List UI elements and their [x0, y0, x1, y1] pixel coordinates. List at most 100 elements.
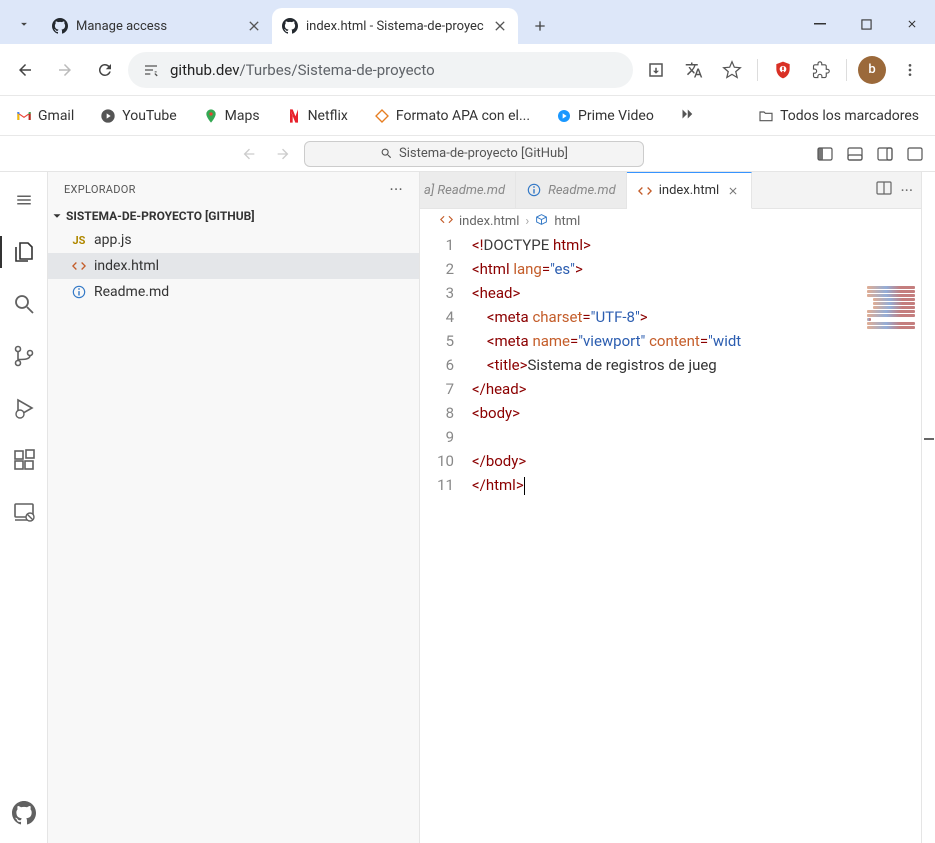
layout-customize-icon[interactable]	[903, 142, 927, 166]
editor-tab[interactable]: index.html	[627, 172, 752, 209]
file-row[interactable]: index.html	[48, 253, 419, 279]
translate-icon[interactable]	[677, 53, 711, 87]
file-name: index.html	[94, 258, 159, 274]
install-app-icon[interactable]	[639, 53, 673, 87]
site-settings-icon[interactable]	[142, 61, 160, 79]
layout-panel-icon[interactable]	[843, 142, 867, 166]
chevron-down-icon	[17, 17, 31, 31]
browser-tab-strip: Manage access index.html - Sistema-de-pr…	[0, 0, 935, 44]
folder-icon	[758, 108, 774, 124]
js-icon: JS	[70, 234, 88, 247]
extensions-icon[interactable]	[804, 53, 838, 87]
run-debug-activity[interactable]	[0, 388, 48, 428]
reload-button[interactable]	[88, 53, 122, 87]
kebab-icon	[902, 62, 918, 78]
youtube-icon	[100, 108, 116, 124]
menu-button[interactable]	[0, 180, 48, 220]
branch-icon	[12, 344, 36, 368]
code-icon	[440, 213, 453, 230]
ublock-icon[interactable]	[766, 53, 800, 87]
bookmark-maps[interactable]: Maps	[197, 104, 266, 128]
remote-activity[interactable]	[0, 492, 48, 532]
bookmarks-overflow[interactable]	[674, 101, 700, 131]
browser-tab[interactable]: index.html - Sistema-de-proyec	[272, 8, 518, 44]
url-text: github.dev/Turbes/Sistema-de-proyecto	[170, 61, 435, 79]
extensions-activity[interactable]	[0, 440, 48, 480]
files-icon	[12, 240, 36, 264]
new-tab-button[interactable]	[524, 10, 556, 42]
info-icon	[70, 285, 88, 299]
vscode-titlebar: Sistema-de-proyecto [GitHub]	[0, 136, 935, 172]
url-box[interactable]: github.dev/Turbes/Sistema-de-proyecto	[128, 52, 633, 88]
vscode-app: Sistema-de-proyecto [GitHub] EXPLORADOR	[0, 136, 935, 843]
profile-button[interactable]: b	[855, 53, 889, 87]
browser-tab[interactable]: Manage access	[42, 8, 272, 44]
sidebar-more-button[interactable]: ···	[390, 180, 403, 199]
bookmarks-bar: Gmail YouTube Maps Netflix Formato APA c…	[0, 96, 935, 136]
split-editor-button[interactable]	[876, 180, 892, 200]
bookmark-star-icon[interactable]	[715, 53, 749, 87]
file-row[interactable]: Readme.md	[48, 279, 419, 305]
file-row[interactable]: JSapp.js	[48, 227, 419, 253]
back-button[interactable]	[8, 53, 42, 87]
editor-tab[interactable]: a] Readme.md	[420, 172, 516, 208]
netflix-icon	[286, 108, 302, 124]
bookmark-gmail[interactable]: Gmail	[10, 104, 80, 128]
explorer-activity[interactable]	[0, 232, 48, 272]
command-center[interactable]: Sistema-de-proyecto [GitHub]	[304, 141, 644, 167]
maximize-button[interactable]	[843, 4, 889, 44]
github-activity[interactable]	[0, 793, 48, 833]
right-edge-scroll[interactable]	[921, 172, 935, 843]
code-editor[interactable]: 1234567891011 <!DOCTYPE html><html lang=…	[420, 233, 921, 843]
tab-search-dropdown[interactable]	[10, 10, 38, 38]
separator	[757, 59, 758, 81]
all-bookmarks[interactable]: Todos los marcadores	[752, 104, 925, 128]
bookmark-formato-apa[interactable]: Formato APA con el...	[368, 104, 536, 128]
search-icon	[12, 292, 36, 316]
address-actions: b	[639, 53, 927, 87]
tab-title: Manage access	[76, 19, 238, 34]
tab-title: index.html - Sistema-de-proyec	[306, 19, 484, 34]
nav-forward[interactable]	[270, 141, 296, 167]
project-section[interactable]: SISTEMA-DE-PROYECTO [GITHUB]	[48, 207, 419, 225]
bookmark-prime-video[interactable]: Prime Video	[550, 104, 660, 128]
remote-icon	[12, 500, 36, 524]
minimap[interactable]	[861, 285, 921, 365]
layout-sidebar-left-icon[interactable]	[813, 142, 837, 166]
bookmark-youtube[interactable]: YouTube	[94, 104, 182, 128]
layout-sidebar-right-icon[interactable]	[873, 142, 897, 166]
chevrons-right-icon	[678, 105, 696, 123]
close-icon[interactable]	[492, 18, 508, 34]
activity-bar	[0, 172, 48, 843]
line-gutter: 1234567891011	[420, 233, 472, 843]
maximize-icon	[861, 19, 872, 30]
editor-tab[interactable]: Readme.md	[516, 172, 627, 208]
source-control-activity[interactable]	[0, 336, 48, 376]
split-icon	[876, 180, 892, 196]
close-window-button[interactable]	[889, 4, 935, 44]
close-icon[interactable]	[246, 18, 262, 34]
sidebar-header: EXPLORADOR ···	[48, 172, 419, 207]
separator	[846, 59, 847, 81]
close-tab-button[interactable]	[725, 183, 741, 199]
diamond-icon	[374, 108, 390, 124]
maps-icon	[203, 108, 219, 124]
symbol-icon	[535, 213, 548, 230]
file-name: Readme.md	[94, 284, 169, 300]
arrow-right-icon	[275, 146, 291, 162]
minimize-icon	[814, 18, 826, 30]
explorer-title: EXPLORADOR	[64, 183, 390, 196]
prime-icon	[556, 108, 572, 124]
bookmark-netflix[interactable]: Netflix	[280, 104, 354, 128]
search-activity[interactable]	[0, 284, 48, 324]
breadcrumbs[interactable]: index.html › html	[420, 209, 921, 233]
editor-area: a] Readme.md Readme.md index.html ···	[420, 172, 921, 843]
nav-back[interactable]	[236, 141, 262, 167]
minimize-button[interactable]	[797, 4, 843, 44]
github-icon	[282, 18, 298, 34]
gmail-icon	[16, 108, 32, 124]
editor-more-button[interactable]: ···	[900, 181, 913, 200]
code-content[interactable]: <!DOCTYPE html><html lang="es"><head> <m…	[472, 233, 921, 843]
browser-menu-button[interactable]	[893, 53, 927, 87]
forward-button[interactable]	[48, 53, 82, 87]
